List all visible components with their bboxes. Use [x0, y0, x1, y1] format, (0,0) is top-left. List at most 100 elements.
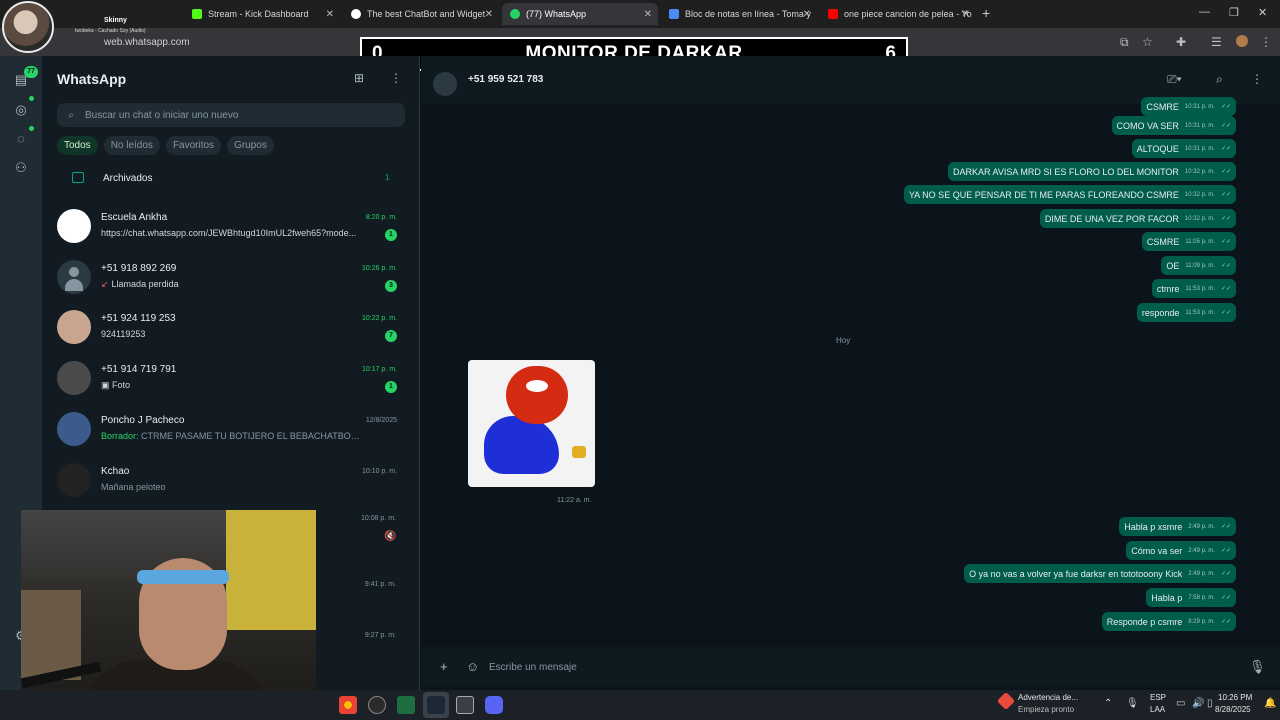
search-icon[interactable]: ⌕: [1216, 72, 1223, 87]
chat-item[interactable]: Poncho J Pacheco 12/8/2025 Borrador: CTR…: [42, 404, 419, 454]
contact-name[interactable]: +51 959 521 783: [468, 74, 543, 85]
new-tab-button[interactable]: +: [982, 5, 990, 21]
filter-groups[interactable]: Grupos: [227, 136, 274, 155]
read-receipt-icon: ✓✓: [1220, 239, 1231, 245]
close-icon[interactable]: ✕: [326, 9, 334, 20]
extensions-icon[interactable]: ✚: [1176, 35, 1186, 49]
read-receipt-icon: ✓✓: [1220, 123, 1231, 129]
message-bubble-out[interactable]: Habla p 7:58 p. m. ✓✓: [1146, 588, 1236, 607]
menu-icon[interactable]: ⋮: [1251, 72, 1263, 86]
filter-favorites[interactable]: Favoritos: [165, 136, 222, 155]
message-bubble-out[interactable]: O ya no vas a volver ya fue darksr en to…: [964, 564, 1236, 583]
discord-icon[interactable]: [485, 696, 503, 714]
chrome-icon[interactable]: [339, 696, 357, 714]
search-input[interactable]: [85, 109, 385, 121]
communities-icon[interactable]: ⚇: [13, 160, 29, 176]
chat-item[interactable]: Escuela Ankha 8:20 p. m. https://chat.wh…: [42, 201, 419, 251]
tab-chatbot[interactable]: The best ChatBot and Widget ✕: [343, 3, 499, 25]
window-close-button[interactable]: ✕: [1258, 6, 1267, 19]
whatsapp-icon: [510, 9, 520, 19]
missed-call-icon: ↙: [101, 279, 109, 289]
clock-date[interactable]: 8/28/2025: [1215, 705, 1251, 714]
notifications-bell-icon[interactable]: 🔔: [1264, 698, 1276, 709]
input-region[interactable]: LAA: [1150, 705, 1165, 714]
chat-item[interactable]: +51 918 892 269 10:26 p. m. ↙ Llamada per…: [42, 252, 419, 302]
browser-menu-icon[interactable]: ⋮: [1260, 35, 1272, 49]
tab-kick-dashboard[interactable]: Stream - Kick Dashboard ✕: [184, 3, 340, 25]
new-chat-icon[interactable]: ⊞: [354, 71, 364, 85]
avatar: [57, 209, 91, 243]
message-bubble-out[interactable]: ALTOQUE 10:31 p. m. ✓✓: [1131, 139, 1236, 158]
close-icon[interactable]: ✕: [962, 9, 970, 20]
menu-icon[interactable]: ⋮: [390, 71, 402, 85]
battery-icon[interactable]: ▯: [1207, 698, 1213, 709]
message-bubble-out[interactable]: OE 11:09 p. m. ✓✓: [1161, 256, 1236, 275]
message-bubble-out[interactable]: CSMRE 10:31 p. m. ✓✓: [1141, 97, 1236, 116]
message-text: Habla p xsmre: [1124, 521, 1183, 532]
message-time: 7:58 p. m.: [1188, 594, 1215, 601]
obs-icon[interactable]: [368, 696, 386, 714]
microphone-icon[interactable]: 🎙: [1249, 659, 1266, 675]
message-bubble-out[interactable]: COMO VA SER 10:31 p. m. ✓✓: [1111, 116, 1236, 135]
message-list: CSMRE 10:31 p. m. ✓✓ COMO VA SER 10:31 p. m…: [421, 96, 1280, 644]
message-bubble-out[interactable]: ctmre 11:53 p. m. ✓✓: [1151, 279, 1236, 298]
archived-row[interactable]: Archivados 1: [42, 164, 419, 194]
chat-item[interactable]: +51 924 119 253 10:22 p. m. 924119253 7: [42, 302, 419, 352]
filter-all[interactable]: Todos: [57, 136, 98, 155]
chat-item[interactable]: +51 914 719 791 10:17 p. m. ▣ Foto 1: [42, 353, 419, 403]
chat-item[interactable]: Kchao 10:10 p. m. Mañana peloteo: [42, 455, 419, 505]
install-app-icon[interactable]: ⧉: [1120, 35, 1129, 50]
close-icon[interactable]: ✕: [644, 9, 652, 20]
webcam-overlay: [21, 510, 316, 714]
avatar: [57, 260, 91, 294]
volume-icon[interactable]: 🔊: [1192, 698, 1204, 709]
tab-whatsapp[interactable]: (77) WhatsApp ✕: [502, 3, 658, 25]
excel-icon[interactable]: [397, 696, 415, 714]
bookmark-star-icon[interactable]: ☆: [1142, 35, 1153, 49]
chevron-up-icon[interactable]: ⌃: [1104, 698, 1112, 709]
input-language[interactable]: ESP: [1150, 693, 1166, 702]
conversation-pane: +51 959 521 783 ⎚▾ ⌕ ⋮ CSMRE 10:31 p. m. ✓…: [421, 56, 1280, 690]
message-bubble-out[interactable]: Responde p csmre 8:29 p. m. ✓✓: [1101, 612, 1236, 631]
message-bubble-out[interactable]: CSMRE 11:05 p. m. ✓✓: [1141, 232, 1236, 251]
message-text: Cómo va ser: [1131, 545, 1183, 556]
notification-title[interactable]: Advertencia de...: [1018, 693, 1078, 702]
draft-label: Borrador:: [101, 431, 139, 441]
sticker-body: [484, 416, 559, 474]
maximize-button[interactable]: ❐: [1229, 6, 1239, 19]
attach-plus-icon[interactable]: +: [440, 659, 448, 674]
media-controls-icon[interactable]: ☰: [1211, 35, 1222, 49]
contact-avatar[interactable]: [433, 72, 457, 96]
notification-subtitle: Empieza pronto: [1018, 705, 1075, 714]
network-icon[interactable]: ▭: [1176, 698, 1185, 709]
message-bubble-out[interactable]: Cómo va ser 2:49 p. m. ✓✓: [1126, 541, 1236, 560]
steam-icon[interactable]: [427, 696, 445, 714]
tab-youtube[interactable]: one piece cancion de pelea - Yo ✕: [820, 3, 976, 25]
clock-time[interactable]: 10:26 PM: [1218, 693, 1252, 702]
close-icon[interactable]: ✕: [485, 9, 493, 20]
message-text: DARKAR AVISA MRD SI ES FLORO LO DEL MONI…: [953, 166, 1179, 177]
channels-icon[interactable]: ◌: [13, 131, 29, 147]
status-icon[interactable]: ◎: [13, 102, 29, 118]
message-text: O ya no vas a volver ya fue darksr en to…: [969, 568, 1183, 579]
video-call-icon[interactable]: ⎚▾: [1167, 72, 1182, 87]
filter-unread[interactable]: No leídos: [103, 136, 160, 155]
message-input[interactable]: [489, 657, 1229, 677]
message-text: OE: [1166, 260, 1180, 271]
tab-notepad[interactable]: Bloc de notas en línea - Toma y ✕: [661, 3, 817, 25]
message-bubble-out[interactable]: Habla p xsmre 2:49 p. m. ✓✓: [1119, 517, 1236, 536]
status-dot: [29, 96, 34, 101]
close-icon[interactable]: ✕: [803, 9, 811, 20]
minimize-button[interactable]: —: [1199, 6, 1210, 18]
mic-tray-icon[interactable]: 🎙: [1126, 698, 1139, 709]
message-bubble-out[interactable]: responde 11:53 p. m. ✓✓: [1136, 303, 1236, 322]
stream-now-playing-badge: Skinny Iwobeka - Cachado Soy (Audio): [0, 0, 180, 53]
profile-avatar[interactable]: [1236, 35, 1248, 47]
calculator-icon[interactable]: [456, 696, 474, 714]
chat-time: 9:41 p. m.: [364, 581, 396, 588]
message-bubble-out[interactable]: YA NO SE QUE PENSAR DE TI ME PARAS FLORE…: [903, 185, 1236, 204]
emoji-icon[interactable]: ☺: [466, 659, 479, 674]
message-bubble-out[interactable]: DIME DE UNA VEZ POR FACOR 10:32 p. m. ✓✓: [1039, 209, 1236, 228]
message-bubble-out[interactable]: DARKAR AVISA MRD SI ES FLORO LO DEL MONI…: [948, 162, 1236, 181]
sticker-message[interactable]: [468, 360, 595, 487]
